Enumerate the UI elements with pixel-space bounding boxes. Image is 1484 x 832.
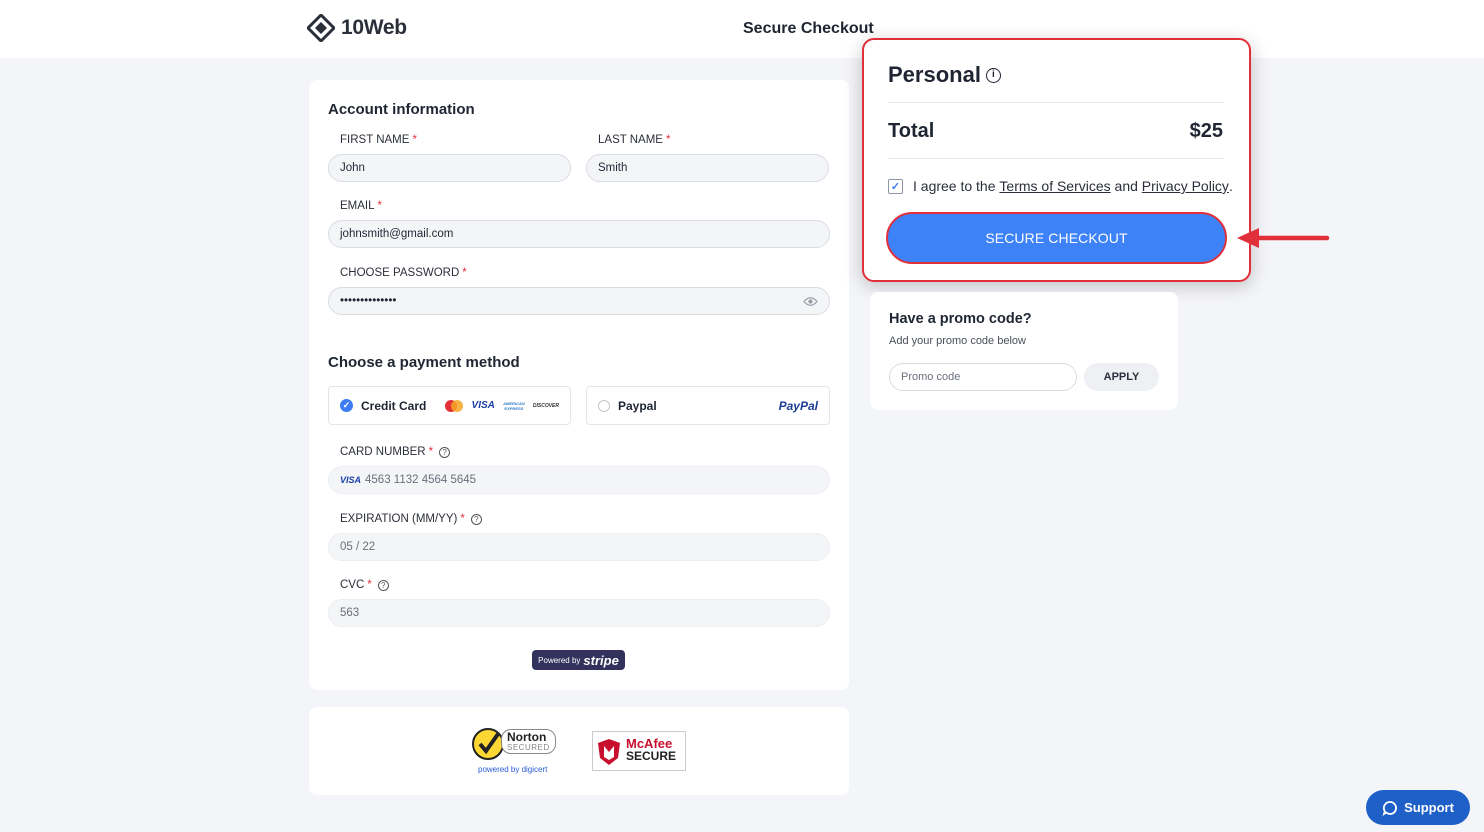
first-name-label-text: FIRST NAME bbox=[340, 134, 410, 146]
cvc-label: CVC *? bbox=[340, 579, 389, 591]
required-mark: * bbox=[460, 513, 465, 525]
cvc-field[interactable]: 563 bbox=[328, 599, 830, 627]
logo[interactable]: 10Web bbox=[307, 14, 407, 42]
expiration-field[interactable]: 05 / 22 bbox=[328, 533, 830, 561]
required-mark: * bbox=[367, 579, 372, 591]
password-label: CHOOSE PASSWORD * bbox=[340, 267, 467, 279]
credit-card-option[interactable]: ✓ Credit Card VISA AMERICAN EXPRESS DISC… bbox=[328, 386, 571, 425]
support-label: Support bbox=[1404, 800, 1454, 815]
order-summary-card: Personal i Total $25 ✓ I agree to the Te… bbox=[862, 38, 1251, 282]
visa-tag: VISA bbox=[340, 475, 362, 485]
agree-suffix: . bbox=[1228, 178, 1233, 194]
help-icon[interactable]: ? bbox=[439, 446, 451, 458]
last-name-label-text: LAST NAME bbox=[598, 134, 663, 146]
help-icon[interactable]: ? bbox=[470, 513, 482, 525]
apply-button[interactable]: APPLY bbox=[1084, 363, 1159, 391]
arrow-annotation-icon bbox=[1237, 228, 1330, 248]
card-number-label: CARD NUMBER *? bbox=[340, 446, 451, 458]
secure-checkout-button[interactable]: SECURE CHECKOUT bbox=[886, 212, 1227, 264]
required-mark: * bbox=[377, 200, 382, 212]
required-mark: * bbox=[428, 446, 434, 458]
mcafee-badge: McAfee SECURE bbox=[592, 731, 686, 771]
radio-unselected-icon bbox=[598, 399, 610, 412]
top-bar: 10Web Secure Checkout bbox=[0, 0, 1484, 58]
total-value: $25 bbox=[1189, 120, 1223, 142]
cvc-label-text: CVC bbox=[340, 579, 365, 591]
terms-link[interactable]: Terms of Services bbox=[999, 178, 1110, 194]
agree-and: and bbox=[1114, 178, 1138, 194]
mcafee-shield-icon bbox=[598, 739, 620, 765]
show-password-eye-icon[interactable] bbox=[803, 295, 818, 308]
email-field[interactable]: johnsmith@gmail.com bbox=[328, 220, 830, 248]
divider bbox=[888, 102, 1224, 103]
expiration-label-text: EXPIRATION (MM/YY) bbox=[340, 513, 458, 525]
total-label: Total bbox=[888, 120, 935, 142]
checkout-form-card: Account information FIRST NAME * John LAS… bbox=[309, 80, 849, 690]
email-label-text: EMAIL bbox=[340, 200, 375, 212]
required-mark: * bbox=[412, 134, 417, 146]
discover-brand: DISCOVER bbox=[532, 402, 559, 409]
norton-title: Norton bbox=[507, 730, 547, 744]
paypal-logo: PayPal bbox=[779, 399, 818, 413]
mastercard-icon bbox=[444, 399, 463, 412]
agree-checkbox[interactable]: ✓ bbox=[888, 178, 903, 194]
trust-badges-card: Norton SECURED powered by digicert McAfe… bbox=[309, 707, 849, 795]
page-title: Secure Checkout bbox=[743, 20, 874, 37]
password-value: •••••••••••••• bbox=[340, 295, 397, 307]
powered-by-text: Powered by bbox=[538, 655, 581, 665]
chat-bubble-icon bbox=[1382, 800, 1398, 816]
info-icon[interactable]: i bbox=[985, 67, 1001, 83]
paypal-label: Paypal bbox=[618, 398, 657, 413]
card-number-value: 4563 1132 4564 5645 bbox=[365, 474, 477, 486]
support-button[interactable]: Support bbox=[1366, 790, 1470, 825]
card-number-label-text: CARD NUMBER bbox=[340, 446, 426, 458]
card-number-field[interactable]: VISA 4563 1132 4564 5645 bbox=[328, 466, 830, 494]
required-mark: * bbox=[665, 134, 671, 146]
norton-sub: SECURED bbox=[507, 743, 550, 752]
credit-card-label: Credit Card bbox=[361, 398, 427, 413]
promo-subtitle: Add your promo code below bbox=[889, 335, 1026, 347]
payment-section-title: Choose a payment method bbox=[328, 354, 520, 371]
promo-title: Have a promo code? bbox=[889, 311, 1032, 327]
card-brands: VISA AMERICAN EXPRESS DISCOVER bbox=[443, 399, 559, 413]
divider bbox=[888, 158, 1224, 159]
required-mark: * bbox=[462, 267, 467, 279]
plan-name: Personal i bbox=[888, 62, 1001, 88]
terms-agreement: ✓ I agree to the Terms of Services and P… bbox=[888, 178, 1233, 194]
password-label-text: CHOOSE PASSWORD bbox=[340, 267, 460, 279]
privacy-link[interactable]: Privacy Policy bbox=[1142, 178, 1229, 194]
visa-brand: VISA bbox=[471, 400, 495, 411]
promo-card: Have a promo code? Add your promo code b… bbox=[870, 292, 1178, 410]
logo-text: 10Web bbox=[341, 16, 407, 39]
promo-code-input[interactable]: Promo code bbox=[889, 363, 1077, 391]
10web-logo-icon bbox=[307, 14, 335, 42]
account-section-title: Account information bbox=[328, 101, 475, 118]
first-name-field[interactable]: John bbox=[328, 154, 571, 182]
expiration-label: EXPIRATION (MM/YY) *? bbox=[340, 513, 482, 525]
norton-check-icon bbox=[472, 728, 504, 760]
plan-name-text: Personal bbox=[888, 62, 981, 87]
agree-prefix: I agree to the bbox=[913, 178, 996, 194]
last-name-field[interactable]: Smith bbox=[586, 154, 829, 182]
last-name-label: LAST NAME * bbox=[598, 134, 670, 146]
help-icon[interactable]: ? bbox=[377, 579, 389, 591]
email-label: EMAIL * bbox=[340, 200, 382, 212]
first-name-label: FIRST NAME * bbox=[340, 134, 417, 146]
stripe-logo-text: stripe bbox=[583, 652, 619, 668]
mcafee-sub: SECURE bbox=[626, 749, 677, 763]
norton-label-box: Norton SECURED bbox=[501, 729, 556, 754]
password-field[interactable]: •••••••••••••• bbox=[328, 287, 830, 315]
paypal-option[interactable]: Paypal PayPal bbox=[586, 386, 830, 425]
powered-by-stripe-badge[interactable]: Powered by stripe bbox=[532, 650, 625, 670]
paypal-brand: PayPal bbox=[778, 398, 818, 413]
norton-powered-by: powered by digicert bbox=[478, 765, 548, 774]
norton-badge: Norton SECURED powered by digicert bbox=[471, 725, 566, 777]
radio-selected-icon: ✓ bbox=[340, 399, 353, 412]
amex-brand: AMERICAN EXPRESS bbox=[503, 400, 525, 411]
